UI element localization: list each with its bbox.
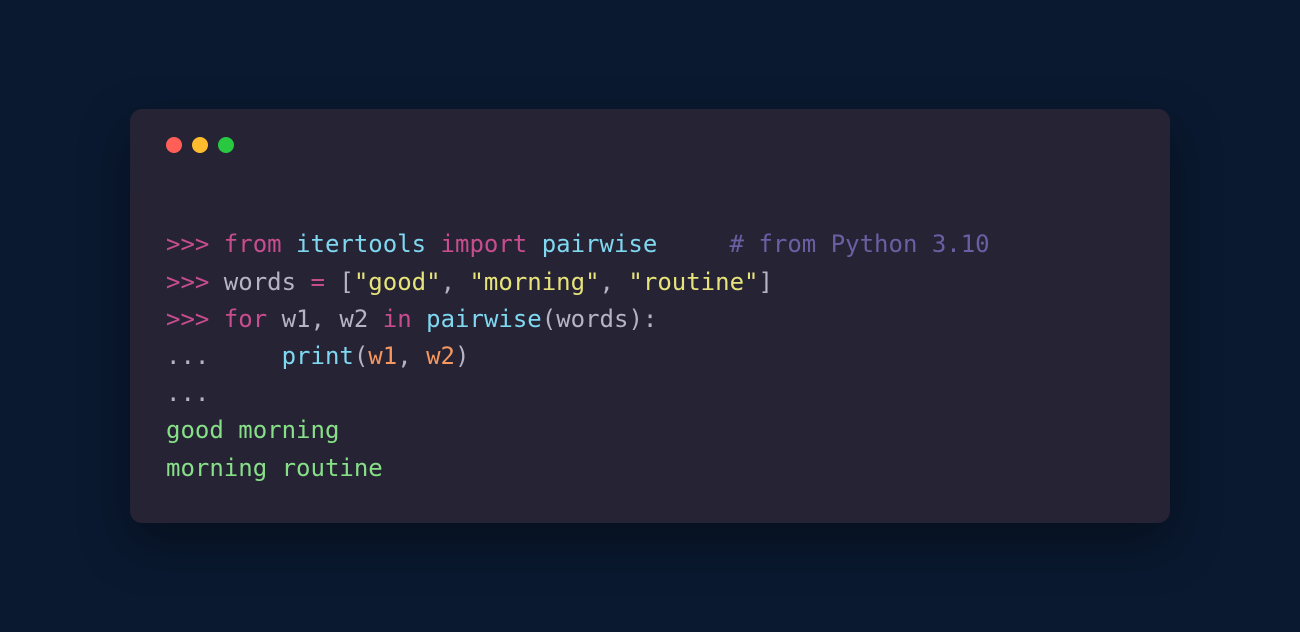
keyword-from: from	[224, 230, 282, 258]
comma: ,	[397, 342, 426, 370]
code-block: >>> from itertools import pairwise # fro…	[166, 189, 1134, 487]
paren-close: ):	[628, 305, 657, 333]
space	[426, 230, 440, 258]
argument: w2	[426, 342, 455, 370]
keyword-for: for	[224, 305, 267, 333]
variable: words	[224, 268, 296, 296]
string-literal: "good"	[354, 268, 441, 296]
output-line: good morning	[166, 416, 339, 444]
argument: words	[556, 305, 628, 333]
function-call: print	[282, 342, 354, 370]
close-icon[interactable]	[166, 137, 182, 153]
space	[368, 305, 382, 333]
comment: # from Python 3.10	[730, 230, 990, 258]
paren-open: (	[354, 342, 368, 370]
space	[412, 305, 426, 333]
repl-prompt: >>>	[166, 305, 224, 333]
terminal-window: >>> from itertools import pairwise # fro…	[130, 109, 1170, 523]
function-call: pairwise	[426, 305, 542, 333]
bracket-open: [	[339, 268, 353, 296]
comma: ,	[311, 305, 340, 333]
repl-prompt: >>>	[166, 268, 224, 296]
comma: ,	[441, 268, 470, 296]
string-literal: "morning"	[469, 268, 599, 296]
maximize-icon[interactable]	[218, 137, 234, 153]
import-target: pairwise	[542, 230, 658, 258]
paren-open: (	[542, 305, 556, 333]
window-titlebar	[166, 137, 1134, 153]
indent	[224, 342, 282, 370]
minimize-icon[interactable]	[192, 137, 208, 153]
variable: w2	[339, 305, 368, 333]
operator-equals: =	[296, 268, 339, 296]
space	[282, 230, 296, 258]
repl-prompt: >>>	[166, 230, 224, 258]
space	[657, 230, 729, 258]
bracket-close: ]	[758, 268, 772, 296]
repl-continuation: ...	[166, 342, 224, 370]
module-name: itertools	[296, 230, 426, 258]
argument: w1	[368, 342, 397, 370]
output-line: morning routine	[166, 454, 383, 482]
paren-close: )	[455, 342, 469, 370]
comma: ,	[600, 268, 629, 296]
string-literal: "routine"	[628, 268, 758, 296]
space	[267, 305, 281, 333]
repl-continuation: ...	[166, 379, 209, 407]
variable: w1	[282, 305, 311, 333]
keyword-import: import	[441, 230, 528, 258]
space	[527, 230, 541, 258]
keyword-in: in	[383, 305, 412, 333]
